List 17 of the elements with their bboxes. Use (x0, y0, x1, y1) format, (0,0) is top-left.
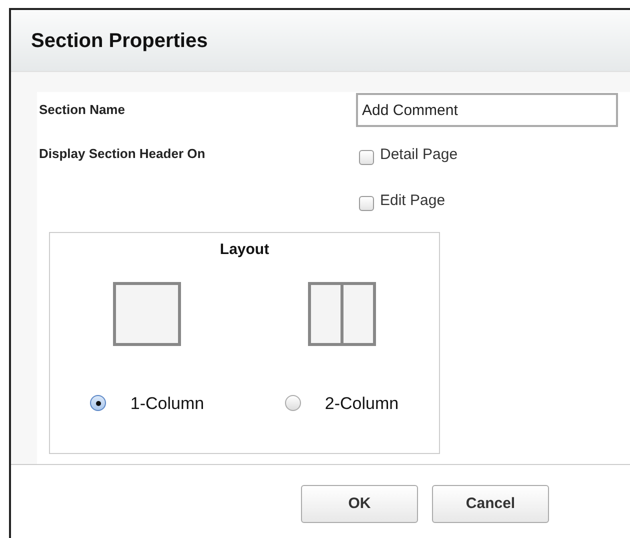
ok-button[interactable]: OK (301, 485, 418, 523)
checkbox-label: Edit Page (380, 190, 446, 211)
radio-label: 1-Column (130, 392, 204, 414)
radio-button[interactable] (90, 395, 106, 412)
radio-button[interactable] (284, 395, 301, 412)
checkbox[interactable] (359, 196, 374, 210)
two-column-icon (308, 282, 376, 346)
window-title: Section Properties (31, 28, 208, 54)
section-name-field[interactable]: Add Comment (356, 93, 618, 127)
panel-title: Layout (220, 240, 270, 260)
field-label: Section Name (39, 101, 126, 120)
field-label: Display Section Header On (39, 145, 206, 163)
radio-label: 2-Column (324, 392, 399, 414)
cancel-button[interactable]: Cancel (432, 485, 549, 523)
single-column-icon (113, 282, 182, 346)
checkbox[interactable] (359, 150, 374, 164)
checkbox-label: Detail Page (380, 144, 458, 165)
